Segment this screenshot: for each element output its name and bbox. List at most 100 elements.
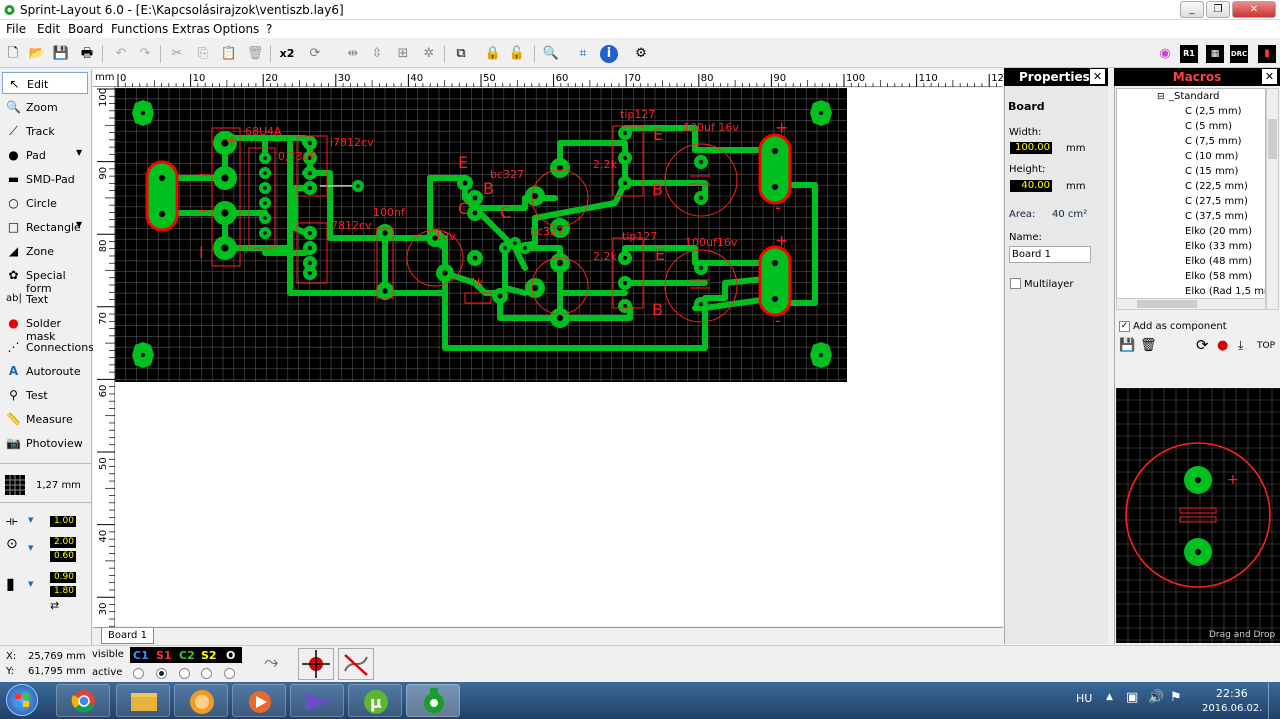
taskbar-utorrent[interactable]: µ [348,684,402,717]
show-desktop-button[interactable] [1268,682,1280,719]
tool-pad[interactable]: ● Pad ▼ [2,144,88,166]
minimize-button[interactable]: _ [1180,1,1204,18]
track-width-field[interactable]: 1.00 [50,516,76,527]
volume-icon[interactable]: 🔊 [1148,690,1164,705]
taskbar-explorer[interactable] [116,684,170,717]
macro-tree-item[interactable]: Elko (48 mm) [1185,256,1252,267]
mirror-h-icon[interactable]: ⇹ [344,45,362,63]
maximize-button[interactable]: ❐ [1206,1,1230,18]
connection-tool-icon[interactable]: ⤳ [264,652,278,673]
tool-connections[interactable]: ⋰ Connections [2,336,94,358]
tool-text[interactable]: ab| Text [2,288,88,310]
tool-smd-pad[interactable]: ▬ SMD-Pad [2,168,88,190]
board-canvas[interactable]: 68U4A 0,33uF i7812cv i7812cv 100nf bc327 bc327… [115,88,1003,626]
board-width-field[interactable]: 100.00 [1010,142,1052,154]
print-icon[interactable]: 🖶 [78,45,96,63]
macros-close-icon[interactable]: ✕ [1262,69,1277,84]
language-indicator[interactable]: HU [1076,692,1092,705]
macro-tree-item[interactable]: C (10 mm) [1185,151,1238,162]
duplicate-icon[interactable]: x2 [278,45,296,63]
macro-tree-item[interactable]: C (5 mm) [1185,121,1232,132]
macro-preview[interactable]: + Drag and Drop [1115,387,1280,643]
board-name-field[interactable]: Board 1 [1009,246,1091,263]
tool-measure[interactable]: 📏 Measure [2,408,88,430]
macro-tree-item[interactable]: Elko (58 mm) [1185,271,1252,282]
board-height-field[interactable]: 40.00 [1010,180,1052,192]
record-icon[interactable]: ● [1217,338,1228,353]
paste-icon[interactable]: 📋 [220,45,238,63]
component-icon[interactable]: ▮ [1258,45,1276,63]
macro-tree-item[interactable]: Elko (Rad 1,5 mm [1185,286,1265,297]
macro-icon[interactable]: ◉ [1156,45,1174,63]
clock-time[interactable]: 22:36 [1216,687,1248,700]
menu-extras[interactable]: Extras [172,22,210,36]
active-radio-s1[interactable] [156,668,167,679]
properties-close-icon[interactable]: ✕ [1090,69,1105,84]
align-icon[interactable]: ⊞ [394,45,412,63]
close-button[interactable]: ✕ [1232,1,1276,18]
tree-root[interactable]: _Standard [1169,91,1220,102]
tool-test[interactable]: ⚲ Test [2,384,88,406]
macro-tree[interactable]: ⊟ _Standard C (2,5 mm) C (5 mm) C (7,5 mm)… [1116,88,1266,310]
drc-icon[interactable]: DRC [1230,45,1248,63]
macro-tree-item[interactable]: C (22,5 mm) [1185,181,1248,192]
macro-tree-item[interactable]: Elko (20 mm) [1185,226,1252,237]
disable-connections-icon[interactable] [338,648,374,680]
add-as-component-checkbox[interactable]: ✓ [1119,321,1130,332]
layer-o[interactable]: O [226,649,235,662]
swap-icon[interactable]: ⇄ [50,599,59,612]
smd-width-field[interactable]: 0.90 [50,572,76,583]
copy-icon[interactable]: ⎘ [194,45,212,63]
layer-s2[interactable]: S2 [201,649,217,662]
menu-help[interactable]: ? [266,22,272,36]
macro-tree-item[interactable]: C (15 mm) [1185,166,1238,177]
open-icon[interactable]: 📂 [28,45,46,63]
tree-hscroll[interactable] [1116,298,1266,310]
cut-icon[interactable]: ✂ [168,45,186,63]
grid-icon[interactable] [5,475,25,495]
tool-circle[interactable]: ○ Circle [2,192,88,214]
taskbar-visualstudio[interactable] [290,684,344,717]
macro-tree-item[interactable]: C (37,5 mm) [1185,211,1248,222]
macro-tree-item[interactable]: Elko (33 mm) [1185,241,1252,252]
menu-options[interactable]: Options [213,22,259,36]
grid-size[interactable]: 1,27 mm [36,480,81,491]
menu-board[interactable]: Board [68,22,103,36]
clock-date[interactable]: 2016.06.02. [1202,703,1262,714]
crosshair-button[interactable] [298,648,334,680]
tool-autoroute[interactable]: A Autoroute [2,360,88,382]
menu-file[interactable]: File [6,22,26,36]
gear-icon[interactable]: ⚙ [632,45,650,63]
pad-outer-field[interactable]: 2.00 [50,537,76,548]
tool-zoom[interactable]: 🔍 Zoom [2,96,88,118]
layer-icon[interactable]: ⧉ [452,45,470,63]
tray-arrow-icon[interactable]: ▲ [1106,692,1113,702]
rotate-icon[interactable]: ⟳ [306,45,324,63]
unlock-icon[interactable]: 🔓 [508,45,526,63]
save-icon[interactable]: 💾 [52,45,70,63]
tool-track[interactable]: ⟋ Track [2,120,88,142]
multilayer-checkbox[interactable] [1010,278,1021,289]
tree-vscroll[interactable] [1266,88,1279,310]
pad-inner-field[interactable]: 0.60 [50,551,76,562]
taskbar-media[interactable] [232,684,286,717]
group-icon[interactable]: ✲ [420,45,438,63]
layer-top-icon[interactable]: ⤓ [1238,338,1243,353]
crop-icon[interactable]: ⌗ [574,45,592,63]
tab-board-1[interactable]: Board 1 [101,628,154,644]
delete-macro-icon[interactable]: 🗑 [1140,338,1157,353]
start-button[interactable] [6,684,38,716]
layer-s1[interactable]: S1 [156,649,172,662]
tool-photoview[interactable]: 📷 Photoview [2,432,88,454]
pcb-board[interactable]: 68U4A0,33uFi7812cvi7812cv100nfbc327bc327… [115,88,1003,626]
delete-icon[interactable]: 🗑 [246,45,264,63]
active-radio-c1[interactable] [133,668,144,679]
undo-icon[interactable]: ↶ [112,45,130,63]
menu-functions[interactable]: Functions [111,22,168,36]
layer-c2[interactable]: C2 [179,649,195,662]
mirror-v-icon[interactable]: ⇳ [368,45,386,63]
active-radio-c2[interactable] [179,668,190,679]
zoom-icon[interactable]: 🔍 [542,45,560,63]
tool-solder-mask[interactable]: ● Solder mask [2,312,88,343]
menu-edit[interactable]: Edit [37,22,60,36]
